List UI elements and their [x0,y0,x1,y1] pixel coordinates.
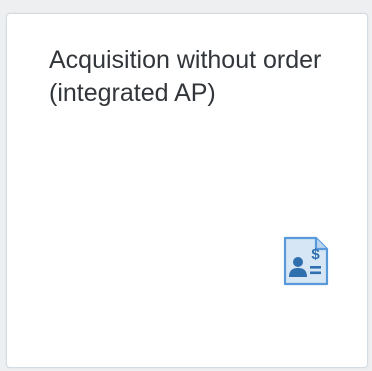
app-tile-acquisition-without-order[interactable]: Acquisition without order (integrated AP… [6,13,368,368]
customer-financial-fact-sheet-icon: $ [281,236,331,286]
svg-text:$: $ [311,246,320,263]
tile-title: Acquisition without order (integrated AP… [49,46,322,107]
